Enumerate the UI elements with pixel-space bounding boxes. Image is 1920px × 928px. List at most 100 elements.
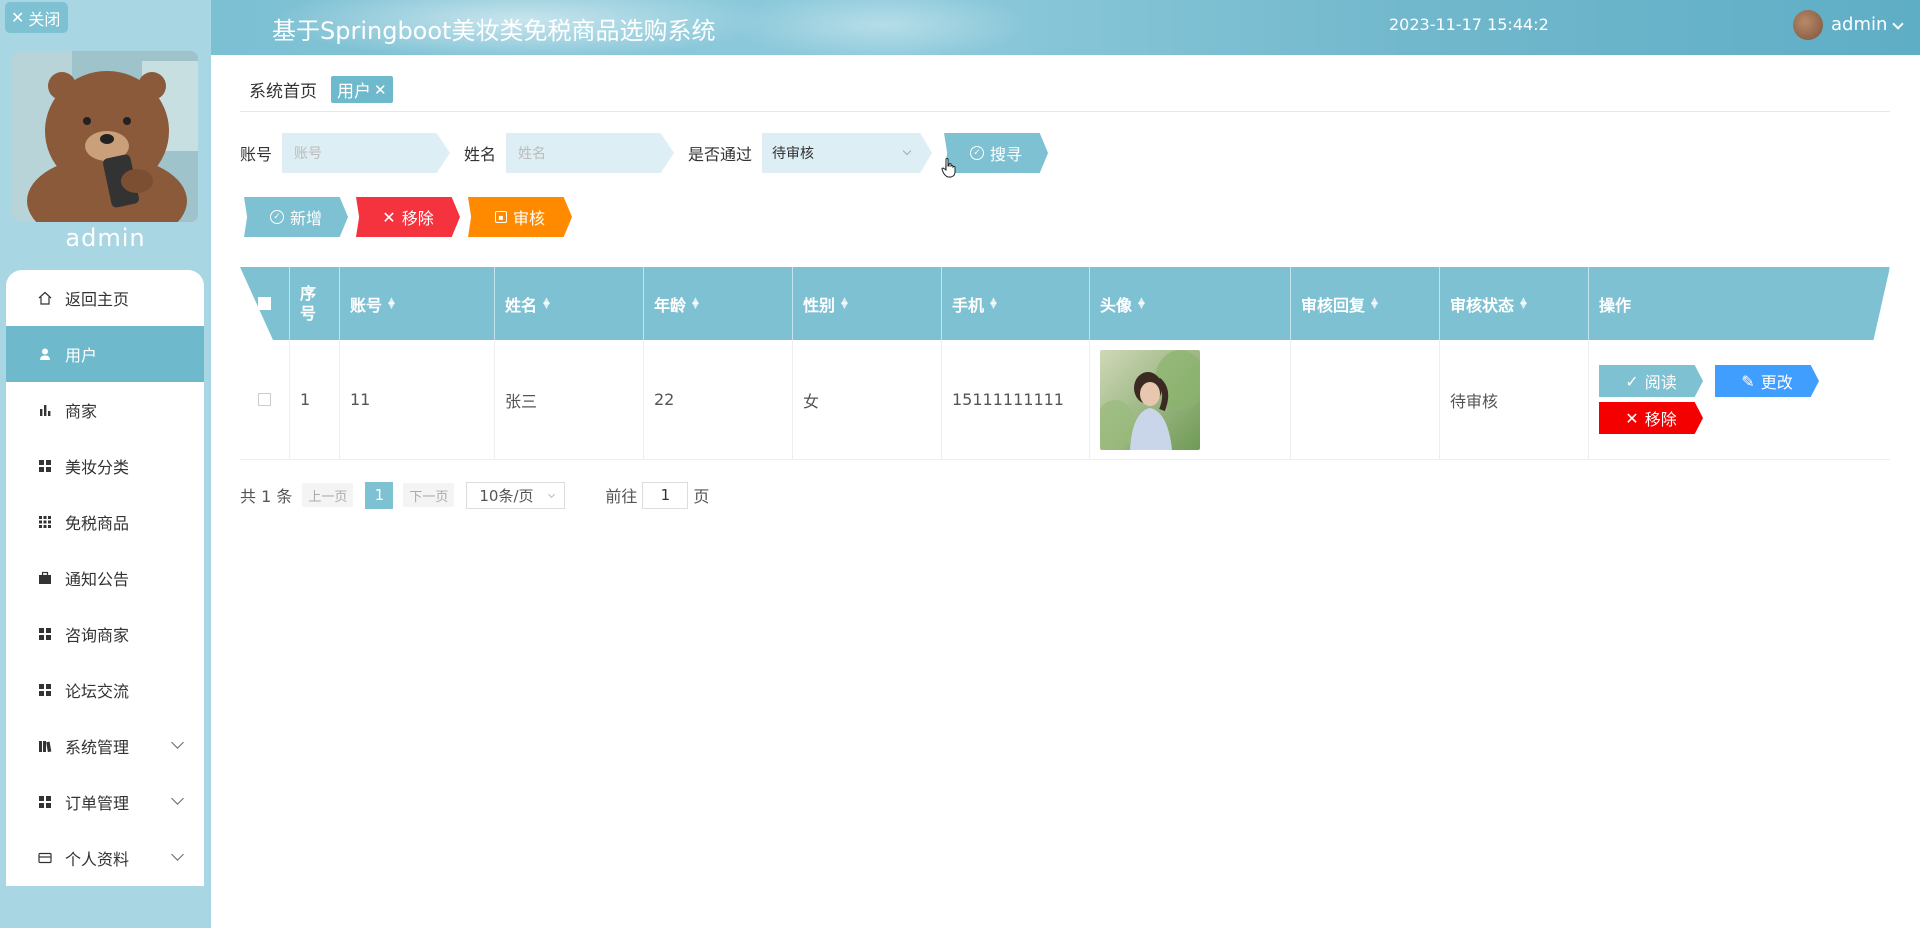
sort-icon[interactable]: ▲ ▼ xyxy=(1138,296,1145,310)
cell-gender: 女 xyxy=(793,340,942,459)
tab-users[interactable]: 用户 ✕ xyxy=(331,76,393,103)
col-status[interactable]: 审核状态 ▲ ▼ xyxy=(1440,267,1589,340)
col-avatar[interactable]: 头像 ▲ ▼ xyxy=(1090,267,1291,340)
row-checkbox[interactable] xyxy=(258,393,271,406)
account-label: 账号 xyxy=(240,145,273,164)
chevron-down-icon xyxy=(171,736,184,749)
select-all-checkbox[interactable] xyxy=(258,297,271,310)
sidebar: ✕ 关闭 admin 返回主页 用户 商家 美妆分类 免税商品 通知公告 咨询商… xyxy=(0,0,211,928)
name-input[interactable]: 姓名 xyxy=(506,133,675,173)
sort-icon[interactable]: ▲ ▼ xyxy=(543,296,550,310)
sidebar-item-label: 返回主页 xyxy=(65,290,130,309)
dots-grid-icon xyxy=(38,515,52,529)
goto-label: 前往 xyxy=(605,487,638,506)
table-row: 1 11 张三 22 女 15111111111 待审核 ✓ 阅读 ✎ 更改 ✕… xyxy=(240,340,1890,460)
sidebar-item-label: 系统管理 xyxy=(65,738,130,757)
sidebar-item-profile[interactable]: 个人资料 xyxy=(6,830,204,886)
pagination: 共 1 条 上一页 1 下一页 10条/页 前往 1 页 xyxy=(240,481,709,509)
sidebar-username: admin xyxy=(65,224,146,252)
close-icon[interactable]: ✕ xyxy=(374,81,387,99)
remove-button[interactable]: ✕ 移除 xyxy=(356,197,460,237)
passed-select[interactable]: 待审核 xyxy=(762,133,933,173)
sidebar-item-label: 咨询商家 xyxy=(65,626,130,645)
name-label: 姓名 xyxy=(464,145,497,164)
grid-icon xyxy=(38,795,52,809)
sort-icon[interactable]: ▲ ▼ xyxy=(841,296,848,310)
close-sidebar-button[interactable]: ✕ 关闭 xyxy=(5,2,68,33)
tab-home[interactable]: 系统首页 xyxy=(243,76,323,103)
table-actions: ✓ 新增 ✕ 移除 ▪ 审核 xyxy=(244,197,572,237)
sort-icon[interactable]: ▲ ▼ xyxy=(1371,296,1378,310)
add-button[interactable]: ✓ 新增 xyxy=(244,197,348,237)
table-header: 序号 账号 ▲ ▼ 姓名 ▲ ▼ 年龄 ▲ ▼ 性别 ▲ ▼ 手机 ▲ ▼ 头像 ▲ ▼ 审核回复 ▲ ▼ … xyxy=(240,267,1890,340)
chevron-down-icon xyxy=(171,792,184,805)
close-label: 关闭 xyxy=(28,9,61,29)
sidebar-item-system[interactable]: 系统管理 xyxy=(6,718,204,774)
check-icon: ✓ xyxy=(1625,371,1639,391)
cell-actions: ✓ 阅读 ✎ 更改 ✕ 移除 xyxy=(1589,340,1890,459)
col-account[interactable]: 账号 ▲ ▼ xyxy=(340,267,495,340)
grid-icon xyxy=(38,683,52,697)
sidebar-item-categories[interactable]: 美妆分类 xyxy=(6,438,204,494)
sidebar-item-users[interactable]: 用户 xyxy=(6,326,204,382)
bar-chart-icon xyxy=(38,403,52,417)
edit-icon: ✎ xyxy=(1741,371,1755,391)
sidebar-item-consult[interactable]: 咨询商家 xyxy=(6,606,204,662)
cell-name: 张三 xyxy=(495,340,644,459)
tab-label: 用户 xyxy=(337,82,371,102)
read-button[interactable]: ✓ 阅读 xyxy=(1599,365,1703,397)
sidebar-item-label: 用户 xyxy=(65,346,98,365)
grid-icon xyxy=(38,459,52,473)
card-icon xyxy=(38,851,52,865)
passed-label: 是否通过 xyxy=(688,145,753,164)
sort-icon[interactable]: ▲ ▼ xyxy=(1520,296,1527,310)
edit-button[interactable]: ✎ 更改 xyxy=(1715,365,1819,397)
sort-icon[interactable]: ▲ ▼ xyxy=(692,296,699,310)
sidebar-item-label: 通知公告 xyxy=(65,570,130,589)
page-size-select[interactable]: 10条/页 xyxy=(466,481,566,509)
sidebar-item-products[interactable]: 免税商品 xyxy=(6,494,204,550)
col-age[interactable]: 年龄 ▲ ▼ xyxy=(644,267,793,340)
sidebar-item-merchants[interactable]: 商家 xyxy=(6,382,204,438)
sort-icon[interactable]: ▲ ▼ xyxy=(990,296,997,310)
sidebar-item-forum[interactable]: 论坛交流 xyxy=(6,662,204,718)
audit-button[interactable]: ▪ 审核 xyxy=(468,197,572,237)
bear-avatar-image xyxy=(12,51,198,222)
chevron-down-icon xyxy=(902,146,912,156)
account-input[interactable]: 账号 xyxy=(282,133,451,173)
row-remove-button[interactable]: ✕ 移除 xyxy=(1599,402,1703,434)
current-datetime: 2023-11-17 15:44:2 xyxy=(1389,15,1549,34)
search-button[interactable]: ✓ 搜寻 xyxy=(944,133,1049,173)
top-header: 基于Springboot美妆类免税商品选购系统 2023-11-17 15:44… xyxy=(211,0,1920,55)
col-gender[interactable]: 性别 ▲ ▼ xyxy=(793,267,942,340)
sidebar-item-home[interactable]: 返回主页 xyxy=(6,270,204,326)
users-table: 序号 账号 ▲ ▼ 姓名 ▲ ▼ 年龄 ▲ ▼ 性别 ▲ ▼ 手机 ▲ ▼ 头像 ▲ ▼ 审核回复 ▲ ▼ … xyxy=(240,267,1890,460)
user-photo[interactable] xyxy=(1100,349,1200,450)
select-all-cell xyxy=(240,267,290,340)
sidebar-item-orders[interactable]: 订单管理 xyxy=(6,774,204,830)
col-phone[interactable]: 手机 ▲ ▼ xyxy=(942,267,1090,340)
audit-button-label: 审核 xyxy=(512,209,545,228)
grid-icon xyxy=(38,627,52,641)
col-reply[interactable]: 审核回复 ▲ ▼ xyxy=(1291,267,1440,340)
col-name[interactable]: 姓名 ▲ ▼ xyxy=(495,267,644,340)
remove-button-label: 移除 xyxy=(401,209,434,228)
cell-phone: 15111111111 xyxy=(942,340,1090,459)
next-page-button[interactable]: 下一页 xyxy=(403,483,455,507)
sidebar-item-announcements[interactable]: 通知公告 xyxy=(6,550,204,606)
sidebar-item-label: 论坛交流 xyxy=(65,682,130,701)
sort-icon[interactable]: ▲ ▼ xyxy=(388,296,395,310)
chevron-down-icon[interactable] xyxy=(1892,18,1904,30)
cell-reply xyxy=(1291,340,1440,459)
header-username[interactable]: admin xyxy=(1831,14,1887,35)
page-number[interactable]: 1 xyxy=(365,481,394,509)
prev-page-button[interactable]: 上一页 xyxy=(302,483,354,507)
book-icon xyxy=(38,739,52,753)
col-index: 序号 xyxy=(290,267,340,340)
check-circle-icon: ✓ xyxy=(970,146,985,160)
header-avatar[interactable] xyxy=(1793,10,1823,40)
app-title: 基于Springboot美妆类免税商品选购系统 xyxy=(272,17,716,45)
cell-status: 待审核 xyxy=(1440,340,1589,459)
stamp-icon: ▪ xyxy=(494,211,507,223)
goto-input[interactable]: 1 xyxy=(642,481,689,509)
